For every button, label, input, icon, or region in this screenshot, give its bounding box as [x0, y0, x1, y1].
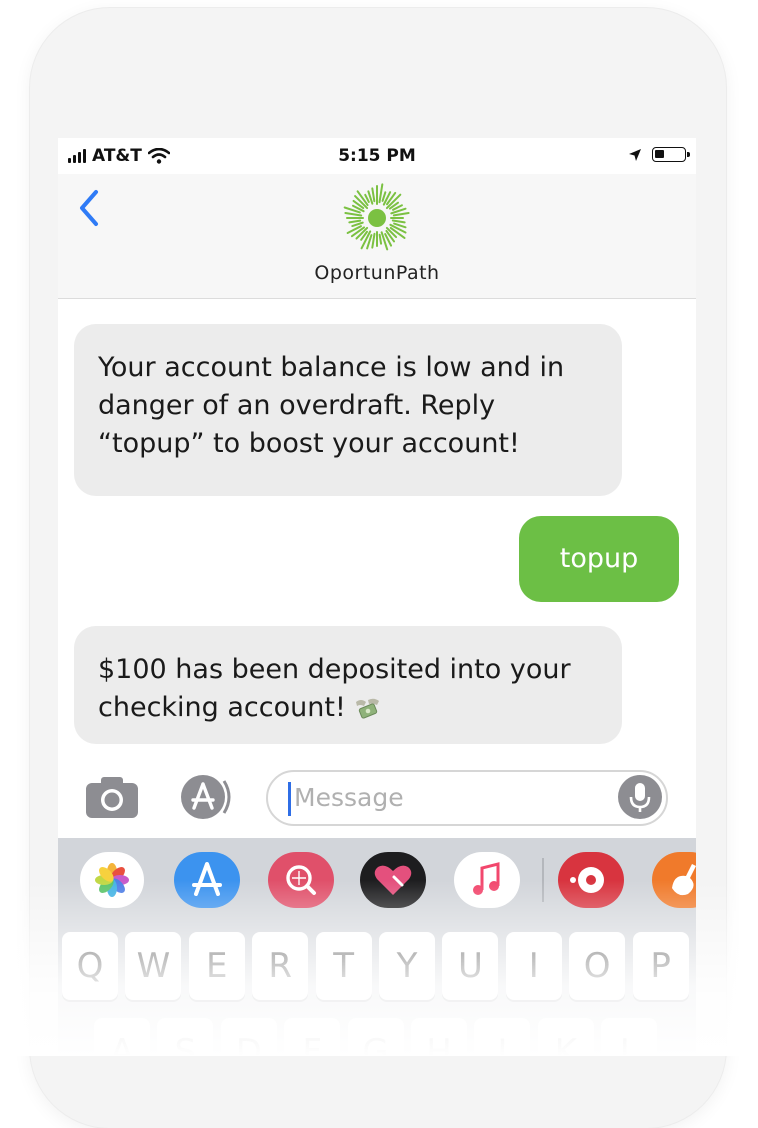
money-with-wings-icon — [355, 698, 379, 719]
camera-icon[interactable] — [84, 774, 140, 820]
message-placeholder: Message — [294, 783, 404, 812]
text-caret — [288, 782, 291, 816]
microphone-icon[interactable] — [616, 773, 664, 821]
conversation-header: OportunPath — [58, 174, 696, 299]
message-input[interactable]: Message — [266, 770, 668, 826]
message-compose-bar: Message — [58, 756, 696, 838]
contact-name[interactable]: OportunPath — [58, 262, 696, 284]
status-time: 5:15 PM — [338, 146, 416, 166]
status-right — [628, 147, 690, 162]
incoming-message: $100 has been deposited into your checki… — [74, 626, 622, 744]
sunburst-logo-icon[interactable] — [339, 180, 415, 256]
outgoing-message: topup — [519, 516, 679, 602]
message-text: $100 has been deposited into your checki… — [98, 654, 571, 723]
chevron-left-icon[interactable] — [74, 186, 104, 230]
app-store-icon[interactable] — [176, 773, 236, 821]
location-arrow-icon — [629, 148, 641, 161]
bottom-fade — [0, 880, 758, 1056]
battery-icon — [652, 147, 690, 162]
status-bar: AT&T 5:15 PM — [58, 138, 696, 174]
incoming-message: Your account balance is low and in dange… — [74, 324, 622, 496]
